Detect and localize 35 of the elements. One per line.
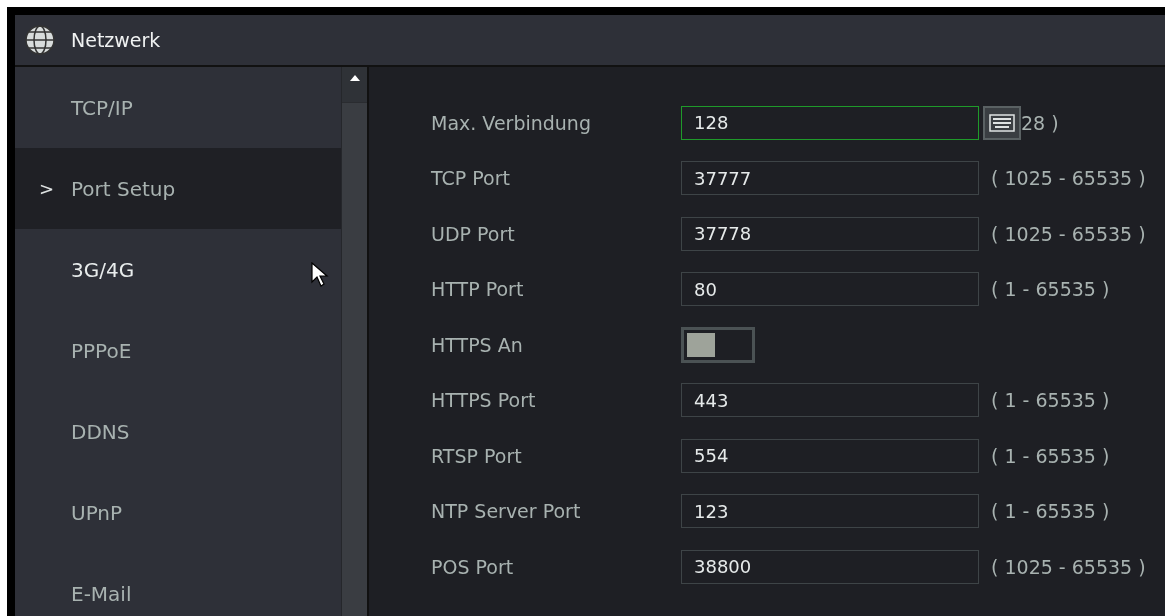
port-input-field[interactable]: 123 [681,494,979,529]
mouse-cursor-icon [311,262,329,288]
range-hint: ( 1025 - 65535 ) [991,555,1146,578]
port-input-field[interactable]: 38800 [681,549,979,584]
range-hint: ( 1 - 65535 ) [991,389,1110,412]
triangle-up-icon [349,75,360,81]
sidebar-item[interactable]: > Port Setup [15,148,341,229]
field-label: Max. Verbindung [431,111,592,134]
keyboard-button[interactable] [983,105,1021,140]
port-input-field[interactable]: 554 [681,438,979,473]
keyboard-icon [989,113,1015,132]
scrollbar[interactable] [341,67,367,616]
toggle-switch[interactable] [681,326,755,363]
globe-icon [23,23,57,57]
field-label: TCP Port [431,167,511,190]
field-label: RTSP Port [431,444,523,467]
field-label: HTTPS Port [431,389,537,412]
range-hint: ( 1025 - 65535 ) [991,222,1146,245]
field-label: UDP Port [431,222,516,245]
field-label: POS Port [431,555,515,578]
scroll-up-button[interactable] [342,67,367,103]
field-label: NTP Server Port [431,500,582,523]
port-input-field[interactable]: 80 [681,272,979,307]
range-hint: ( 1 - 65535 ) [991,500,1110,523]
window-title: Netzwerk [71,29,161,51]
range-hint: ( 1025 - 65535 ) [991,167,1146,190]
port-input-field[interactable]: 128 [681,105,979,140]
range-hint: ( 1 - 65535 ) [991,278,1110,301]
port-input-field[interactable]: 37778 [681,216,979,251]
range-hint: 28 ) [1021,111,1059,134]
field-label: HTTPS An [431,333,524,356]
port-input-field[interactable]: 37777 [681,161,979,196]
range-hint: ( 1 - 65535 ) [991,444,1110,467]
field-label: HTTP Port [431,278,525,301]
port-input-field[interactable]: 443 [681,383,979,418]
